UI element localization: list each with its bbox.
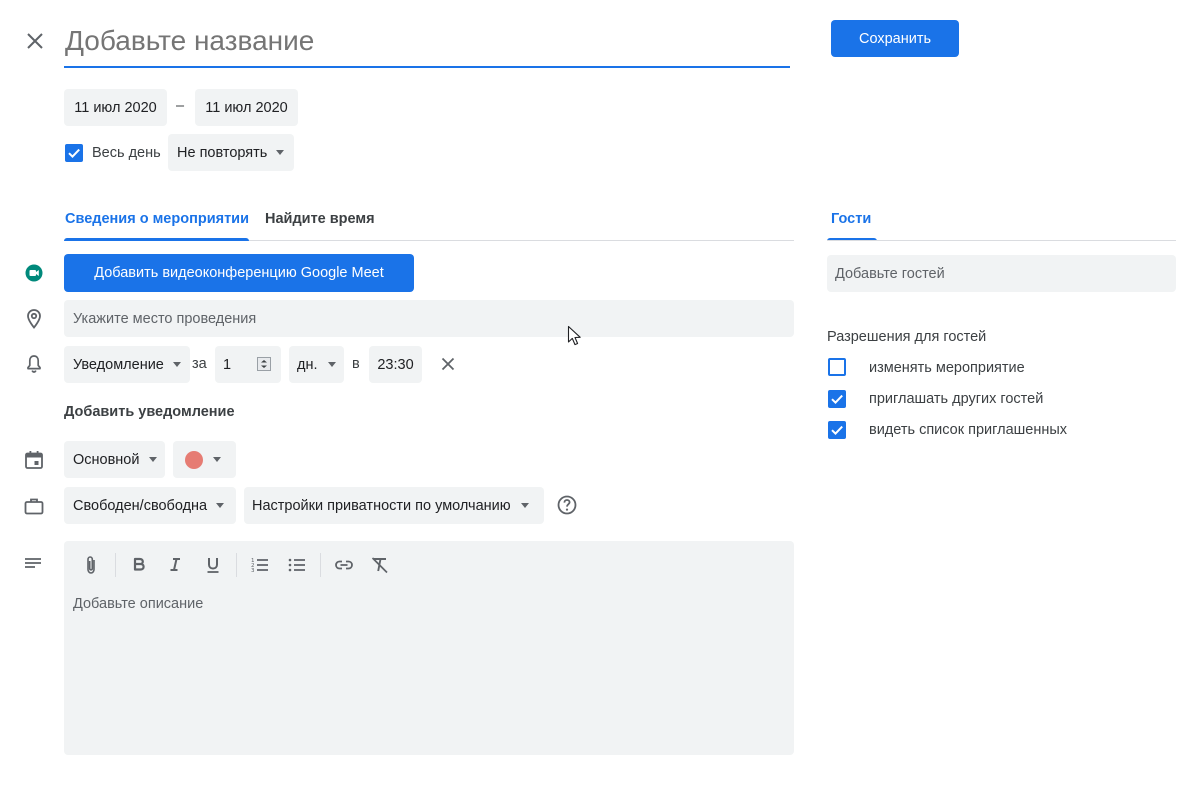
clear-formatting-icon[interactable]	[368, 553, 392, 577]
tab-event-details[interactable]: Сведения о мероприятии	[64, 202, 249, 241]
title-input[interactable]	[64, 16, 790, 68]
location-pin-icon	[27, 309, 41, 329]
calendar-dropdown[interactable]: Основной	[64, 441, 165, 478]
event-color-swatch	[185, 450, 203, 469]
check-icon	[831, 394, 843, 405]
event-color-dropdown[interactable]	[173, 441, 236, 478]
bold-icon[interactable]	[127, 553, 151, 577]
help-icon	[557, 495, 577, 515]
add-notification-button[interactable]: Добавить уведомление	[64, 400, 235, 424]
tab-guests[interactable]: Гости	[827, 202, 877, 241]
tab-event-details-label: Сведения о мероприятии	[65, 211, 249, 227]
calendar-icon	[25, 451, 43, 469]
check-icon	[68, 148, 80, 159]
permission-checkbox-see-list[interactable]	[828, 421, 846, 439]
close-icon	[27, 33, 43, 49]
bell-icon	[27, 355, 41, 373]
permission-checkbox-invite[interactable]	[828, 390, 846, 408]
date-separator: –	[176, 98, 185, 114]
attach-icon[interactable]	[79, 553, 103, 577]
dropdown-arrow-icon	[520, 503, 529, 508]
add-google-meet-label: Добавить видеоконференцию Google Meet	[94, 265, 384, 281]
dropdown-arrow-icon	[216, 503, 225, 508]
close-button[interactable]	[22, 28, 48, 54]
stepper-arrows-icon[interactable]	[257, 357, 271, 371]
permission-label-invite: приглашать других гостей	[869, 391, 1044, 407]
add-guests-input[interactable]: Добавьте гостей	[827, 255, 1176, 292]
notification-time-input[interactable]: 23:30	[369, 346, 422, 383]
privacy-dropdown[interactable]: Настройки приватности по умолчанию	[244, 487, 544, 524]
calendar-name: Основной	[73, 451, 140, 468]
location-placeholder: Укажите место проведения	[73, 310, 257, 327]
notification-unit-dropdown[interactable]: дн.	[289, 346, 344, 383]
dropdown-arrow-icon	[276, 150, 285, 155]
tab-find-time[interactable]: Найдите время	[265, 202, 381, 240]
notification-type-value: Уведомление	[73, 356, 164, 373]
numbered-list-icon[interactable]: 1 2 3	[248, 553, 272, 577]
link-icon[interactable]	[332, 553, 356, 577]
google-meet-icon	[25, 264, 43, 282]
guests-divider	[827, 240, 1176, 241]
briefcase-icon	[24, 498, 44, 515]
notification-amount-value: 1	[223, 356, 232, 373]
notification-time-value: 23:30	[377, 356, 414, 373]
dropdown-arrow-icon	[213, 457, 221, 462]
notification-prefix-label: за	[192, 356, 207, 372]
add-guests-placeholder: Добавьте гостей	[835, 265, 945, 282]
start-date-chip[interactable]: 11 июл 2020	[64, 89, 167, 126]
description-icon	[25, 558, 41, 568]
save-button-label: Сохранить	[858, 30, 932, 47]
all-day-checkbox[interactable]	[65, 144, 83, 162]
save-button[interactable]: Сохранить	[831, 20, 959, 57]
dropdown-arrow-icon	[149, 457, 158, 462]
repeat-value: Не повторять	[177, 144, 268, 161]
permission-checkbox-modify[interactable]	[828, 358, 846, 376]
tab-guests-label: Гости	[831, 211, 872, 227]
add-google-meet-button[interactable]: Добавить видеоконференцию Google Meet	[64, 254, 414, 292]
remove-notification-button[interactable]	[437, 352, 459, 376]
availability-value: Свободен/свободна	[73, 497, 208, 514]
privacy-value: Настройки приватности по умолчанию	[252, 497, 511, 514]
toolbar-divider	[236, 553, 237, 577]
notification-unit-value: дн.	[297, 356, 318, 373]
location-input[interactable]: Укажите место проведения	[64, 300, 794, 337]
all-day-label: Весь день	[92, 145, 161, 161]
check-icon	[831, 425, 843, 436]
tab-find-time-label: Найдите время	[265, 211, 375, 227]
help-button[interactable]	[556, 494, 578, 516]
italic-icon[interactable]	[163, 553, 187, 577]
svg-text:3: 3	[251, 568, 255, 574]
notification-at-label: в	[352, 356, 360, 372]
underline-icon[interactable]	[201, 553, 225, 577]
toolbar-divider	[115, 553, 116, 577]
close-icon	[441, 357, 455, 371]
notification-type-dropdown[interactable]: Уведомление	[64, 346, 190, 383]
add-notification-label: Добавить уведомление	[64, 404, 235, 420]
guest-permissions-title: Разрешения для гостей	[827, 329, 987, 345]
toolbar-divider	[320, 553, 321, 577]
bulleted-list-icon[interactable]	[285, 553, 309, 577]
repeat-dropdown[interactable]: Не повторять	[168, 134, 294, 171]
end-date-text: 11 июл 2020	[205, 99, 288, 116]
start-date-text: 11 июл 2020	[74, 99, 157, 116]
permission-label-modify: изменять мероприятие	[869, 360, 1025, 376]
dropdown-arrow-icon	[172, 362, 181, 367]
mouse-cursor-icon	[567, 325, 581, 346]
notification-amount-stepper[interactable]: 1	[215, 346, 281, 383]
description-placeholder: Добавьте описание	[73, 596, 204, 612]
dropdown-arrow-icon	[327, 362, 336, 367]
permission-label-see-list: видеть список приглашенных	[869, 422, 1068, 438]
end-date-chip[interactable]: 11 июл 2020	[195, 89, 298, 126]
tab-active-indicator	[64, 238, 249, 241]
availability-dropdown[interactable]: Свободен/свободна	[64, 487, 236, 524]
